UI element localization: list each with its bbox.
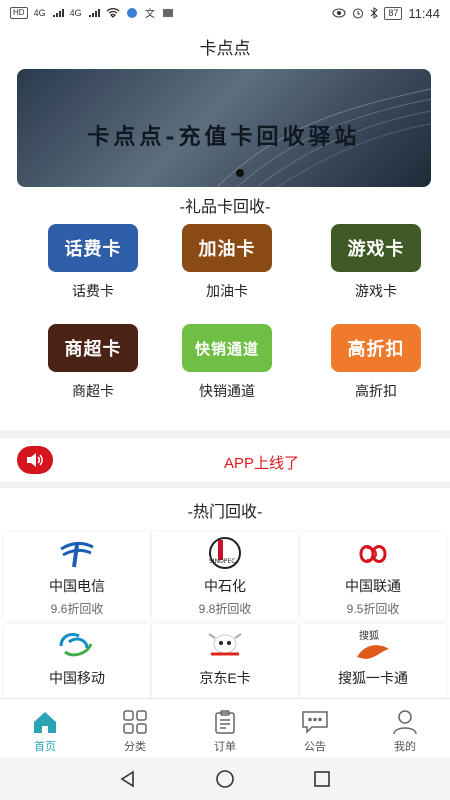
signal-4g-1: 4G [33, 8, 46, 18]
status-bar: HD 4G 4G 文 87 11:44 [0, 0, 450, 26]
home-icon [30, 709, 60, 735]
chat-icon [300, 709, 330, 735]
carousel-indicator[interactable] [236, 169, 244, 177]
gift-card-high-discount[interactable]: 高折扣 高折扣 [316, 324, 436, 401]
translate-icon: 文 [145, 7, 155, 19]
hot-item-sohu-card[interactable]: 搜狐 搜狐一卡通 [300, 624, 446, 698]
wifi-icon [106, 8, 120, 18]
hot-item-name: 中国移动 [49, 670, 105, 686]
svg-text:SINOPEC: SINOPEC [209, 558, 235, 565]
fuel-card-tile: 加油卡 [182, 224, 272, 272]
app-header: 卡点点 [0, 26, 450, 66]
gift-card-phone[interactable]: 话费卡 话费卡 [33, 224, 153, 301]
fast-channel-tile: 快销通道 [182, 324, 272, 372]
recents-icon[interactable] [312, 769, 332, 789]
signal-bars-icon [88, 9, 100, 17]
user-icon [390, 709, 420, 735]
grid-icon [120, 709, 150, 735]
signal-4g-2: 4G [69, 8, 82, 18]
china-unicom-icon [359, 545, 387, 563]
banner-text: 卡点点-充值卡回收驿站 [87, 124, 361, 150]
eye-icon [332, 8, 346, 18]
page-title: 卡点点 [199, 38, 251, 58]
hot-item-name: 搜狐一卡通 [338, 670, 408, 686]
china-mobile-icon [59, 632, 93, 657]
hot-item-china-mobile[interactable]: 中国移动 [4, 624, 150, 698]
sohu-icon: 搜狐 [357, 629, 389, 659]
bottom-tab-bar: 首页 分类 订单 公告 我的 [0, 698, 450, 758]
app-notification-icon [126, 8, 137, 18]
hot-item-name: 中国联通 [345, 578, 401, 594]
hot-item-rate: 9.6折回收 [50, 602, 104, 616]
supermarket-card-tile: 商超卡 [48, 324, 138, 372]
alarm-icon [353, 8, 364, 19]
home-nav-icon[interactable] [214, 768, 236, 790]
battery-level: 87 [384, 6, 403, 20]
phone-card-tile: 话费卡 [48, 224, 138, 272]
notice-bar[interactable]: APP上线了 [0, 438, 450, 482]
back-icon[interactable] [118, 769, 138, 789]
hot-item-rate: 9.5折回收 [346, 602, 400, 616]
promo-banner[interactable]: 卡点点-充值卡回收驿站 [17, 69, 431, 187]
speaker-icon [17, 446, 53, 474]
tab-orders[interactable]: 订单 [180, 699, 270, 758]
hot-item-china-telecom[interactable]: 中国电信 9.6折回收 [4, 532, 150, 620]
tab-label: 公告 [304, 741, 326, 753]
tab-category[interactable]: 分类 [90, 699, 180, 758]
jd-icon [208, 633, 242, 656]
hot-item-china-unicom[interactable]: 中国联通 9.5折回收 [300, 532, 446, 620]
card-label: 高折扣 [355, 383, 397, 399]
svg-text:搜狐: 搜狐 [359, 629, 379, 642]
gift-card-fast-channel[interactable]: 快销通道 快销通道 [167, 324, 287, 401]
tab-label: 我的 [394, 741, 416, 753]
clipboard-icon [210, 709, 240, 735]
hot-item-jd-ecard[interactable]: 京东E卡 [152, 624, 298, 698]
signal-bars-icon [52, 9, 64, 17]
card-label: 加油卡 [206, 283, 248, 299]
gift-card-section: -礼品卡回收- 话费卡 话费卡 加油卡 加油卡 游戏卡 游戏卡 商超卡 商超卡 … [0, 190, 450, 430]
hot-item-name: 京东E卡 [199, 670, 251, 686]
tab-label: 首页 [34, 741, 56, 753]
hot-recycle-section: -热门回收- 中国电信 9.6折回收 SINOPEC 中石化 9.8折回收 中国… [0, 488, 450, 698]
notice-text: APP上线了 [224, 455, 300, 472]
hot-item-sinopec[interactable]: SINOPEC 中石化 9.8折回收 [152, 532, 298, 620]
sinopec-icon: SINOPEC [209, 537, 241, 569]
game-card-tile: 游戏卡 [331, 224, 421, 272]
gift-card-game[interactable]: 游戏卡 游戏卡 [316, 224, 436, 301]
hd-indicator: HD [10, 7, 28, 19]
clock: 11:44 [408, 5, 440, 21]
tab-label: 订单 [214, 741, 236, 753]
hot-item-name: 中国电信 [49, 578, 105, 594]
gift-card-supermarket[interactable]: 商超卡 商超卡 [33, 324, 153, 401]
hot-item-name: 中石化 [204, 578, 246, 594]
card-label: 快销通道 [199, 383, 255, 399]
china-telecom-icon [60, 542, 94, 568]
svg-text:文: 文 [145, 7, 155, 19]
gift-section-title: -礼品卡回收- [179, 199, 271, 216]
banner-section: 卡点点-充值卡回收驿站 [0, 66, 450, 190]
tab-label: 分类 [124, 741, 146, 753]
tab-announcements[interactable]: 公告 [270, 699, 360, 758]
system-nav-bar [0, 758, 450, 800]
card-label: 话费卡 [72, 283, 114, 299]
tab-home[interactable]: 首页 [0, 699, 90, 758]
bluetooth-icon [371, 7, 379, 19]
hot-section-title: -热门回收- [187, 504, 263, 521]
card-label: 游戏卡 [355, 283, 397, 299]
high-discount-tile: 高折扣 [331, 324, 421, 372]
tab-profile[interactable]: 我的 [360, 699, 450, 758]
hot-item-rate: 9.8折回收 [198, 602, 252, 616]
gift-card-fuel[interactable]: 加油卡 加油卡 [167, 224, 287, 301]
image-icon [162, 9, 173, 17]
card-label: 商超卡 [72, 383, 114, 399]
